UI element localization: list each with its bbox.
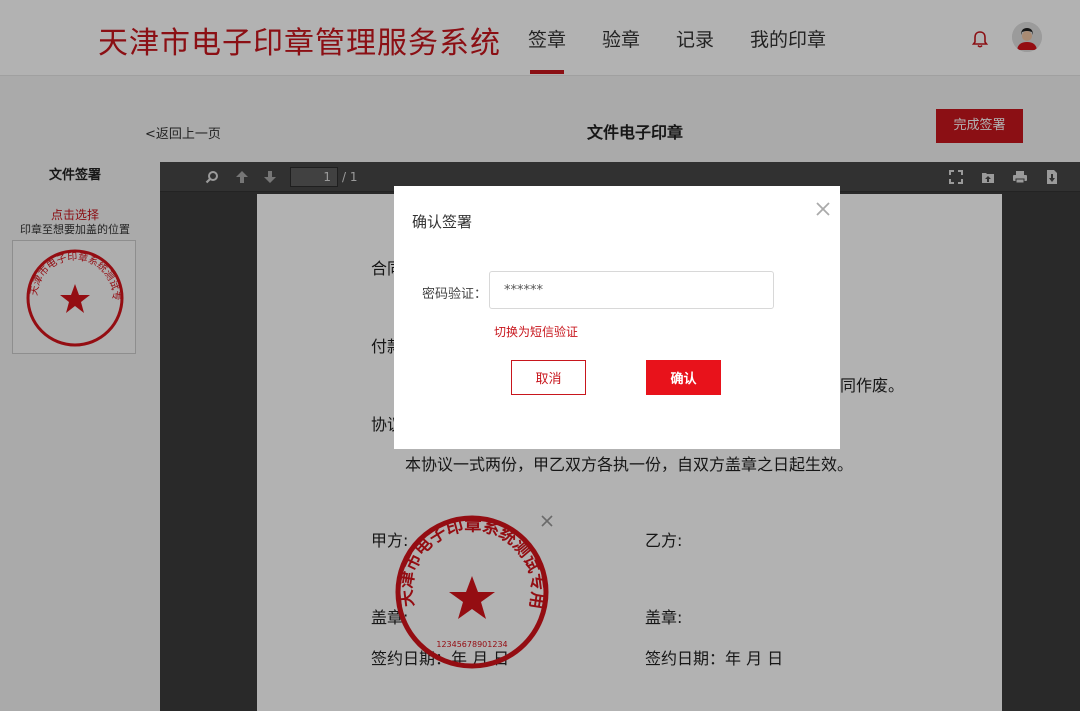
close-icon[interactable]: [814, 200, 832, 218]
confirm-sign-dialog: 确认签署 密码验证： 切换为短信验证 取消 确认: [394, 186, 840, 449]
switch-sms-link[interactable]: 切换为短信验证: [494, 323, 578, 340]
cancel-button[interactable]: 取消: [511, 360, 586, 395]
confirm-button[interactable]: 确认: [646, 360, 721, 395]
dialog-title: 确认签署: [412, 213, 473, 231]
password-label: 密码验证：: [422, 287, 488, 302]
password-input[interactable]: [489, 271, 774, 309]
